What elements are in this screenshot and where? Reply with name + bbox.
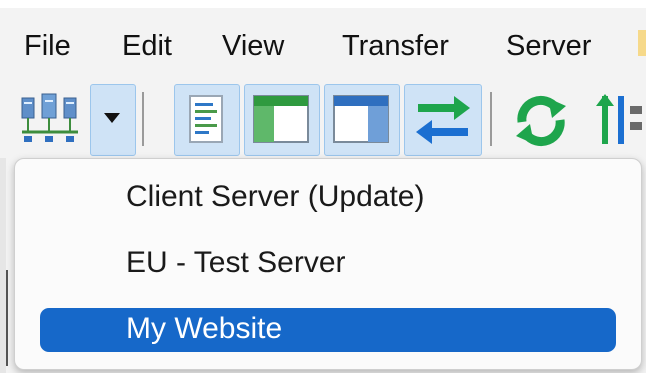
dropdown-item-my-website[interactable]: My Website: [126, 312, 282, 346]
menu-transfer[interactable]: Transfer: [342, 30, 449, 63]
menu-next-item-partial[interactable]: [638, 30, 646, 56]
remote-tree-icon: [332, 94, 390, 144]
toolbar-separator: [490, 92, 492, 146]
toolbar-separator: [142, 92, 144, 146]
filter-icon[interactable]: [596, 92, 646, 148]
dropdown-arrow-icon: [102, 110, 122, 126]
menu-server[interactable]: Server: [506, 30, 591, 63]
menu-bar: File Edit View Transfer Server: [0, 22, 646, 78]
refresh-icon[interactable]: [512, 94, 570, 148]
menu-edit[interactable]: Edit: [122, 30, 172, 63]
transfer-queue-icon: [414, 94, 472, 146]
local-tree-icon: [252, 94, 310, 144]
menu-file[interactable]: File: [24, 30, 71, 63]
window-top-edge: [0, 0, 646, 8]
message-log-icon: [186, 94, 226, 144]
dropdown-item-client-server-update[interactable]: Client Server (Update): [126, 180, 424, 214]
site-manager-icon[interactable]: [18, 92, 82, 148]
panel-border: [6, 270, 8, 366]
menu-view[interactable]: View: [222, 30, 284, 63]
dropdown-item-eu-test-server[interactable]: EU - Test Server: [126, 246, 346, 280]
